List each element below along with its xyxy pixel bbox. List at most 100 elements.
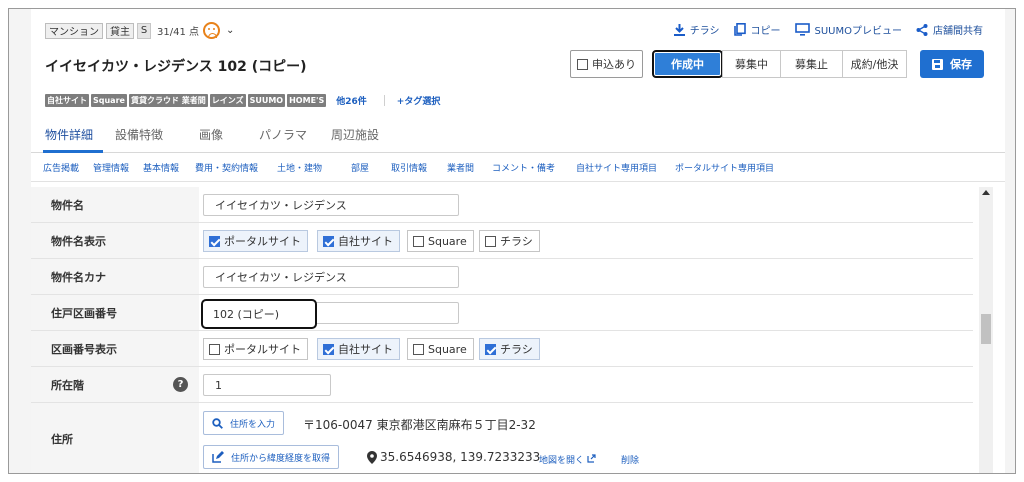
edit-icon bbox=[212, 451, 224, 463]
field-label: 住戸区画番号 bbox=[31, 295, 199, 330]
form-row-address: 住所 住所を入力 〒106-0047 東京都港区南麻布５丁目2-32 住所から緯… bbox=[31, 403, 973, 473]
help-icon[interactable]: ? bbox=[173, 377, 188, 392]
field-label: 区画番号表示 bbox=[31, 331, 199, 366]
property-edit-panel: マンション 貸主 S 31/41 点 ⌄ チラシ コピー SUUMOプレビュー … bbox=[31, 9, 1005, 473]
name-display-own-site-checkbox[interactable]: 自社サイト bbox=[317, 230, 400, 252]
copy-icon bbox=[733, 23, 746, 36]
status-button-recruiting[interactable]: 募集中 bbox=[722, 50, 781, 78]
tab-property-details[interactable]: 物件詳細 bbox=[45, 126, 93, 143]
section-link-ad[interactable]: 広告掲載 bbox=[43, 161, 79, 174]
checkbox-checked-icon bbox=[209, 235, 220, 247]
copy-link[interactable]: コピー bbox=[733, 22, 781, 37]
tag-item: 賃貸クラウド 業者間 bbox=[128, 94, 208, 107]
add-tag-link[interactable]: +タグ選択 bbox=[397, 94, 441, 107]
floor-input[interactable]: 1 bbox=[203, 374, 331, 396]
delete-link[interactable]: 削除 bbox=[621, 453, 639, 466]
status-button-stopped[interactable]: 募集止 bbox=[780, 50, 843, 78]
monitor-icon bbox=[794, 23, 810, 36]
property-name-kana-input[interactable]: イイセイカツ・レジデンス bbox=[203, 266, 459, 288]
divider bbox=[383, 95, 385, 106]
section-link-basic[interactable]: 基本情報 bbox=[143, 161, 179, 174]
external-link-icon bbox=[587, 454, 596, 463]
room-display-own-site-checkbox[interactable]: 自社サイト bbox=[317, 338, 400, 360]
tag-item: SUUMO bbox=[247, 94, 286, 107]
tag-item: Square bbox=[91, 94, 127, 107]
scrollbar-thumb[interactable] bbox=[981, 314, 991, 344]
room-number-input[interactable]: 102 (コピー) bbox=[201, 299, 317, 329]
form-row-room-display: 区画番号表示 ポータルサイト 自社サイト Square チラシ bbox=[31, 331, 973, 367]
address-text: 〒106-0047 東京都港区南麻布５丁目2-32 bbox=[303, 418, 536, 432]
rank-badge: S bbox=[137, 22, 151, 39]
checkbox-empty-icon bbox=[413, 235, 424, 247]
chevron-down-icon[interactable]: ⌄ bbox=[226, 25, 234, 36]
field-label: 物件名 bbox=[31, 187, 199, 222]
name-display-chirashi-checkbox[interactable]: チラシ bbox=[479, 230, 540, 252]
field-label: 所在階 ? bbox=[31, 367, 199, 402]
option-label: ポータルサイト bbox=[224, 343, 301, 356]
property-meta-bar: マンション 貸主 S 31/41 点 ⌄ bbox=[45, 22, 234, 39]
section-link-own-site[interactable]: 自社サイト専用項目 bbox=[576, 161, 657, 174]
checkbox-empty-icon bbox=[485, 235, 496, 247]
get-coordinates-label: 住所から緯度経度を取得 bbox=[231, 453, 331, 464]
form-row-room-number: 住戸区画番号 102 (コピー) bbox=[31, 295, 973, 331]
status-button-closed[interactable]: 成約/他決 bbox=[842, 50, 907, 78]
room-display-portal-checkbox[interactable]: ポータルサイト bbox=[203, 338, 308, 360]
name-display-portal-checkbox[interactable]: ポータルサイト bbox=[203, 230, 308, 252]
copy-label: コピー bbox=[750, 26, 781, 37]
scrollbar[interactable] bbox=[979, 187, 993, 473]
option-label: 自社サイト bbox=[338, 235, 393, 248]
floppy-icon bbox=[932, 58, 943, 70]
share-label: 店舗間共有 bbox=[933, 26, 983, 37]
checkbox-checked-icon bbox=[323, 343, 334, 355]
more-tags-link[interactable]: 他26件 bbox=[336, 94, 367, 107]
status-button-draft[interactable]: 作成中 bbox=[652, 50, 723, 78]
room-display-chirashi-checkbox[interactable]: チラシ bbox=[479, 338, 540, 360]
option-label: Square bbox=[428, 234, 467, 248]
tab-images[interactable]: 画像 bbox=[199, 126, 223, 143]
field-label: 物件名表示 bbox=[31, 223, 199, 258]
open-map-link[interactable]: 地図を開く bbox=[539, 453, 596, 466]
form-row-name-kana: 物件名カナ イイセイカツ・レジデンス bbox=[31, 259, 973, 295]
section-link-management[interactable]: 管理情報 bbox=[93, 161, 129, 174]
section-link-comment[interactable]: コメント・備考 bbox=[492, 161, 555, 174]
section-link-portal[interactable]: ポータルサイト専用項目 bbox=[675, 161, 774, 174]
option-label: 自社サイト bbox=[338, 343, 393, 356]
chirashi-link[interactable]: チラシ bbox=[673, 22, 720, 37]
scroll-up-arrow-icon[interactable] bbox=[982, 190, 990, 195]
room-display-square-checkbox[interactable]: Square bbox=[407, 338, 474, 360]
floor-label: 所在階 bbox=[51, 378, 84, 392]
page-title: イイセイカツ・レジデンス 102 (コピー) bbox=[45, 59, 307, 75]
search-icon bbox=[212, 417, 223, 429]
field-label: 住所 bbox=[31, 403, 199, 473]
download-icon bbox=[673, 23, 685, 36]
get-coordinates-button[interactable]: 住所から緯度経度を取得 bbox=[203, 445, 340, 469]
enter-address-button[interactable]: 住所を入力 bbox=[203, 411, 285, 435]
application-checkbox-box[interactable] bbox=[577, 58, 588, 70]
section-link-land-building[interactable]: 土地・建物 bbox=[277, 161, 322, 174]
coordinates-text: 35.6546938, 139.7233233 bbox=[380, 450, 541, 464]
name-display-square-checkbox[interactable]: Square bbox=[407, 230, 474, 252]
form-row-name-display: 物件名表示 ポータルサイト 自社サイト Square チラシ bbox=[31, 223, 973, 259]
tab-equipment[interactable]: 設備特徴 bbox=[115, 126, 163, 143]
application-checkbox[interactable]: 申込あり bbox=[570, 50, 643, 78]
tab-panorama[interactable]: パノラマ bbox=[259, 126, 307, 143]
tab-nearby[interactable]: 周辺施設 bbox=[331, 126, 379, 143]
property-name-input[interactable]: イイセイカツ・レジデンス bbox=[203, 194, 459, 216]
section-link-agents[interactable]: 業者間 bbox=[447, 161, 474, 174]
suumo-preview-link[interactable]: SUUMOプレビュー bbox=[794, 22, 902, 37]
share-link[interactable]: 店舗間共有 bbox=[916, 22, 983, 37]
save-button[interactable]: 保存 bbox=[920, 50, 984, 78]
app-window: マンション 貸主 S 31/41 点 ⌄ チラシ コピー SUUMOプレビュー … bbox=[8, 8, 1016, 474]
checkbox-checked-icon bbox=[485, 343, 496, 355]
section-link-transaction[interactable]: 取引情報 bbox=[391, 161, 427, 174]
chirashi-label: チラシ bbox=[689, 26, 720, 37]
active-tab-indicator bbox=[43, 150, 103, 153]
sad-face-icon bbox=[203, 22, 220, 39]
section-link-room[interactable]: 部屋 bbox=[351, 161, 369, 174]
section-link-cost[interactable]: 費用・契約情報 bbox=[195, 161, 258, 174]
status-segmented-control: 作成中 募集中 募集止 成約/他決 bbox=[652, 50, 907, 78]
form-row-floor: 所在階 ? 1 bbox=[31, 367, 973, 403]
map-pin-icon bbox=[367, 451, 377, 464]
save-label: 保存 bbox=[950, 58, 972, 71]
main-tabs: 物件詳細 設備特徴 画像 パノラマ 周辺施設 bbox=[31, 117, 1005, 153]
